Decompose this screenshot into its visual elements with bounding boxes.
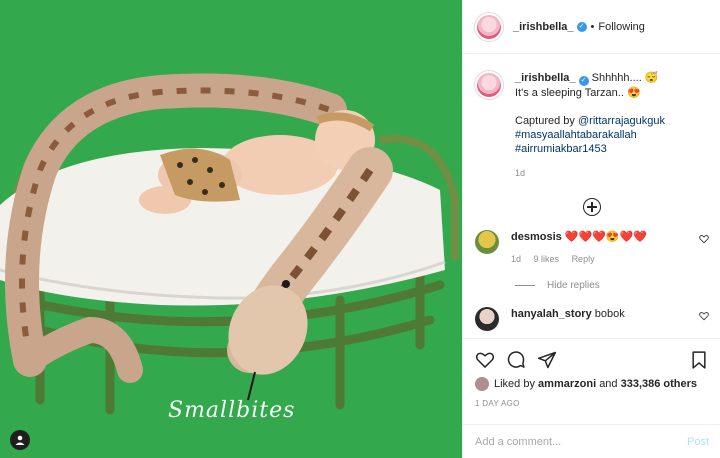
caption-body: _irishbella_ ✓ Shhhhh.... 😴 It's a sleepi… xyxy=(515,71,709,180)
commenter-avatar[interactable] xyxy=(475,230,499,254)
author-username[interactable]: _irishbella_ xyxy=(513,21,574,33)
commenter-avatar[interactable] xyxy=(475,307,499,331)
user-icon xyxy=(15,435,25,445)
like-comment-heart-icon[interactable] xyxy=(699,311,709,321)
reply-button[interactable]: Reply xyxy=(572,254,595,264)
save-bookmark-icon[interactable] xyxy=(689,350,709,370)
post-photo: Smallbites xyxy=(0,0,462,458)
post-comment-button[interactable]: Post xyxy=(687,436,709,448)
likes-summary: Liked by ammarzoni and 333,386 others xyxy=(475,377,709,391)
caption-author-avatar[interactable] xyxy=(475,71,503,99)
tagged-users-button[interactable] xyxy=(10,430,30,450)
caption-age: 1d xyxy=(515,168,526,178)
comment-item: hanyalah_story bobok xyxy=(475,307,709,331)
likes-others-count[interactable]: 333,386 others xyxy=(621,378,697,390)
mention-link[interactable]: @rittarrajagukguk xyxy=(578,115,665,127)
comment-meta: 1d 9 likes Reply xyxy=(511,252,693,266)
baby-photo-illustration xyxy=(0,0,462,458)
comment-body: desmosis ❤️❤️❤️😍❤️❤️ 1d 9 likes Reply xyxy=(511,230,693,266)
photographer-watermark: Smallbites xyxy=(168,398,296,423)
post-timestamp[interactable]: 1 DAY AGO xyxy=(475,399,709,408)
captured-by-label: Captured by xyxy=(515,115,575,127)
author-avatar[interactable] xyxy=(475,12,503,41)
caption: _irishbella_ ✓ Shhhhh.... 😴 It's a sleepi… xyxy=(475,71,709,180)
likes-and: and xyxy=(599,378,618,390)
comment-likes[interactable]: 9 likes xyxy=(534,254,560,264)
verified-badge-icon: ✓ xyxy=(576,21,587,32)
following-button[interactable]: Following xyxy=(598,21,644,33)
post-dialog: Smallbites _irishbella_ ✓ • Following _i… xyxy=(0,0,720,458)
hide-replies-label: Hide replies xyxy=(547,280,600,291)
action-icons xyxy=(475,349,709,371)
add-comment-input[interactable] xyxy=(475,435,687,448)
comment-body: hanyalah_story bobok xyxy=(511,307,693,331)
hide-replies-line xyxy=(515,285,535,286)
comment-bubble-icon[interactable] xyxy=(506,350,526,370)
caption-username[interactable]: _irishbella_ xyxy=(515,72,576,84)
add-comment-bar: Post xyxy=(463,424,720,458)
post-side-panel: _irishbella_ ✓ • Following _irishbella_ ✓… xyxy=(462,0,720,458)
commenter-username[interactable]: desmosis xyxy=(511,231,562,243)
hashtag-link[interactable]: #masyaallahtabarakallah xyxy=(515,128,709,142)
hide-replies-button[interactable]: Hide replies xyxy=(515,280,709,291)
caption-line-1: Shhhhh.... 😴 xyxy=(591,72,659,84)
load-more-comments-icon[interactable] xyxy=(583,198,601,216)
comments-section: _irishbella_ ✓ Shhhhh.... 😴 It's a sleepi… xyxy=(463,55,720,338)
post-actions: Liked by ammarzoni and 333,386 others 1 … xyxy=(463,338,720,408)
verified-badge-icon: ✓ xyxy=(578,76,589,86)
comment-text: ❤️❤️❤️😍❤️❤️ xyxy=(564,231,647,243)
comment-item: desmosis ❤️❤️❤️😍❤️❤️ 1d 9 likes Reply xyxy=(475,230,709,266)
caption-line-2: It's a sleeping Tarzan.. 😍 xyxy=(515,87,641,99)
liked-by-prefix: Liked by xyxy=(494,378,535,390)
commenter-username[interactable]: hanyalah_story xyxy=(511,308,592,320)
like-heart-icon[interactable] xyxy=(475,350,495,370)
liker-username[interactable]: ammarzoni xyxy=(538,378,596,390)
separator-dot: • xyxy=(590,20,595,33)
liker-avatar[interactable] xyxy=(475,377,489,391)
comment-text: bobok xyxy=(594,308,625,320)
share-paper-plane-icon[interactable] xyxy=(537,350,557,370)
post-header: _irishbella_ ✓ • Following xyxy=(463,0,720,54)
like-comment-heart-icon[interactable] xyxy=(699,234,709,244)
hashtag-link[interactable]: #airrumiakbar1453 xyxy=(515,142,709,156)
comment-age: 1d xyxy=(511,254,522,264)
